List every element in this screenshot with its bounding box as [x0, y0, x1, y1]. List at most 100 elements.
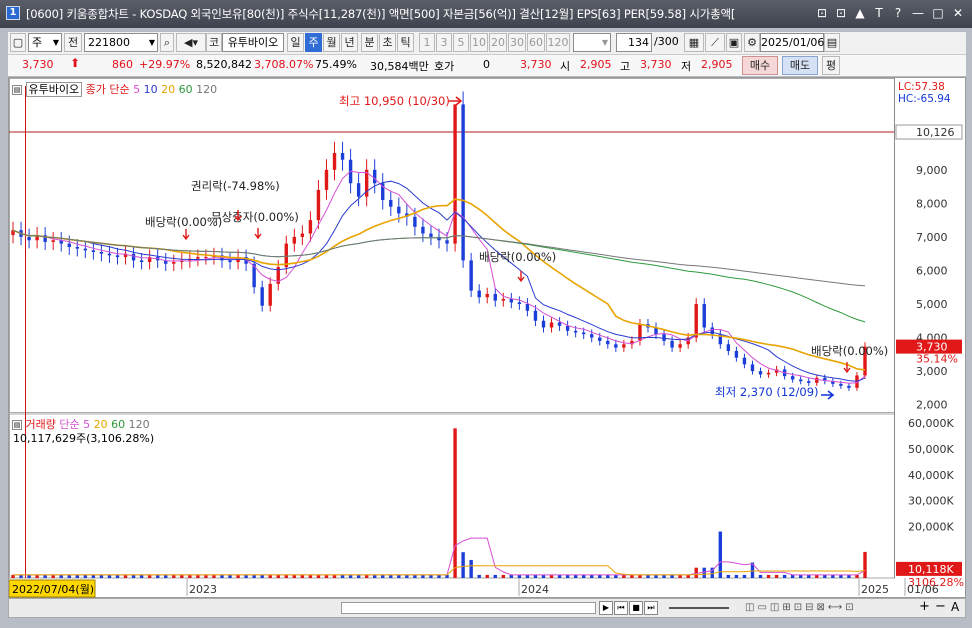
- volume-menu-icon[interactable]: ▤: [12, 420, 22, 430]
- period-month[interactable]: 월: [323, 33, 340, 52]
- zoom-in-button[interactable]: +: [919, 599, 930, 614]
- interval-20[interactable]: 20: [489, 33, 507, 52]
- chart-area[interactable]: 10,126 9,000 8,000 7,000 6,000 5,000 4,000 3,73…: [8, 77, 966, 598]
- candle-body: [316, 189, 321, 221]
- candle-body: [372, 169, 377, 184]
- search-icon[interactable]: ⌕: [160, 33, 174, 52]
- zoom-slider[interactable]: [669, 607, 729, 609]
- volume-bar: [726, 574, 731, 578]
- candle-body: [196, 257, 200, 259]
- low-annotation: 최저 2,370 (12/09): [715, 385, 819, 399]
- interval-10[interactable]: 10: [470, 33, 488, 52]
- interval-5[interactable]: 5: [453, 33, 469, 52]
- interval-30[interactable]: 30: [508, 33, 526, 52]
- candle-body: [557, 322, 562, 326]
- interval-3[interactable]: 3: [436, 33, 452, 52]
- settings-gear-icon[interactable]: ⚙: [744, 33, 760, 52]
- zoom-out-button[interactable]: −: [935, 599, 946, 614]
- price-change: 860: [112, 58, 133, 71]
- legend-menu-icon[interactable]: ▤: [12, 85, 22, 95]
- pin-icon[interactable]: ▲: [852, 5, 868, 21]
- volume-bar: [702, 567, 706, 578]
- text-icon[interactable]: T: [871, 5, 887, 21]
- count-input[interactable]: 134: [616, 33, 652, 52]
- interval-1[interactable]: 1: [419, 33, 435, 52]
- interval-120[interactable]: 120: [546, 33, 570, 52]
- chart-type-select[interactable]: 주 ▼: [28, 33, 62, 52]
- price-tick-label: 35.14%: [916, 353, 958, 366]
- interval-input[interactable]: ▼: [573, 33, 611, 52]
- minimize-button[interactable]: —: [910, 5, 926, 21]
- volume-tick-label: 30,000K: [908, 495, 954, 508]
- x-axis-start-date: 2022/07/04(월): [12, 583, 94, 596]
- legend-ma120: 120: [196, 83, 218, 96]
- candle-body: [581, 332, 586, 335]
- candle-body: [308, 220, 313, 234]
- x-axis-label: 2023: [189, 583, 217, 596]
- stock-code-input[interactable]: 221800 ▼: [84, 33, 158, 52]
- scroll-bar[interactable]: ▶ ⏮ ■ ⏭ ◫▭◫⊞⊡⊟⊠⟷⊡ + − A: [8, 598, 966, 618]
- scroll-first-button[interactable]: ⏮: [614, 601, 628, 615]
- x-axis-label: 2025: [861, 583, 889, 596]
- price-tick-label: 9,000: [916, 164, 948, 177]
- legend-close-label: 종가 단순: [85, 83, 130, 96]
- scroll-track[interactable]: [341, 602, 596, 614]
- period-day[interactable]: 일: [287, 33, 304, 52]
- calendar-icon[interactable]: ▤: [824, 33, 840, 52]
- chart-tool-icon[interactable]: ▦: [684, 33, 704, 52]
- candle-body: [340, 153, 345, 160]
- period-week[interactable]: 주: [305, 33, 322, 52]
- candle-body: [268, 283, 272, 306]
- event-arrow-icon: [254, 228, 262, 240]
- average-button[interactable]: 평: [822, 56, 840, 75]
- indicator-icon[interactable]: ⟋: [705, 33, 725, 52]
- close-button[interactable]: ✕: [950, 5, 966, 21]
- prev-button[interactable]: 전: [64, 33, 82, 52]
- hc-label: HC:-65.94: [898, 93, 951, 105]
- candle-body: [27, 236, 31, 241]
- period-minute[interactable]: 분: [361, 33, 378, 52]
- price-tick-label: 10,126: [916, 126, 955, 139]
- screen-copy-icon[interactable]: ⊡: [833, 5, 849, 21]
- maximize-button[interactable]: □: [930, 5, 946, 21]
- market-button[interactable]: 코: [206, 33, 222, 52]
- screen-link-icon[interactable]: ⊡: [814, 5, 830, 21]
- chart-toolbar: ▢ 주 ▼ 전 221800 ▼ ⌕ ◀▾ 코 유투바이오 일 주 월 년 분 초 …: [8, 32, 966, 54]
- stock-chart[interactable]: 10,1269,0008,0007,0006,0005,0004,0003,73…: [9, 78, 967, 599]
- auto-scale-button[interactable]: A: [951, 600, 959, 614]
- candle-body: [228, 260, 232, 263]
- candle-body: [75, 246, 80, 249]
- period-tick[interactable]: 틱: [397, 33, 414, 52]
- candle-body: [477, 290, 481, 298]
- legend-ma60: 60: [178, 83, 193, 96]
- candle-body: [445, 240, 449, 244]
- save-icon[interactable]: ▣: [726, 33, 742, 52]
- price-tick-label: 8,000: [916, 197, 948, 210]
- scroll-stop-button[interactable]: ■: [629, 601, 643, 615]
- period-second[interactable]: 초: [379, 33, 396, 52]
- hoga-label: 호가: [434, 60, 455, 73]
- candle-body: [260, 287, 264, 306]
- volume-tick-label: 50,000K: [908, 443, 954, 456]
- title-bar: 1 [0600] 키움종합차트 - KOSDAQ 외국인보유[80(천)] 주식…: [0, 0, 972, 28]
- candle-body: [807, 381, 811, 383]
- scroll-play-button[interactable]: ▶: [599, 601, 613, 615]
- turnover-rate: 75.49%: [315, 58, 357, 71]
- candle-body: [766, 372, 771, 375]
- date-input[interactable]: 2025/01/06: [760, 33, 824, 52]
- window-title: [0600] 키움종합차트 - KOSDAQ 외국인보유[80(천)] 주식수[…: [26, 7, 736, 21]
- period-year[interactable]: 년: [341, 33, 358, 52]
- help-icon[interactable]: ?: [890, 5, 906, 21]
- scroll-last-button[interactable]: ⏭: [644, 601, 658, 615]
- volume-bar: [742, 574, 747, 578]
- buy-button[interactable]: 매수: [742, 56, 778, 75]
- price-pane-frame: [9, 78, 895, 413]
- stock-name: 유투바이오: [222, 33, 284, 52]
- volume-bar: [766, 574, 771, 578]
- speaker-icon[interactable]: ◀▾: [176, 33, 206, 52]
- drawing-tools[interactable]: ◫▭◫⊞⊡⊟⊠⟷⊡: [745, 602, 925, 614]
- layout-icon[interactable]: ▢: [10, 33, 26, 52]
- candle-body: [670, 340, 674, 348]
- sell-button[interactable]: 매도: [782, 56, 818, 75]
- interval-60[interactable]: 60: [527, 33, 545, 52]
